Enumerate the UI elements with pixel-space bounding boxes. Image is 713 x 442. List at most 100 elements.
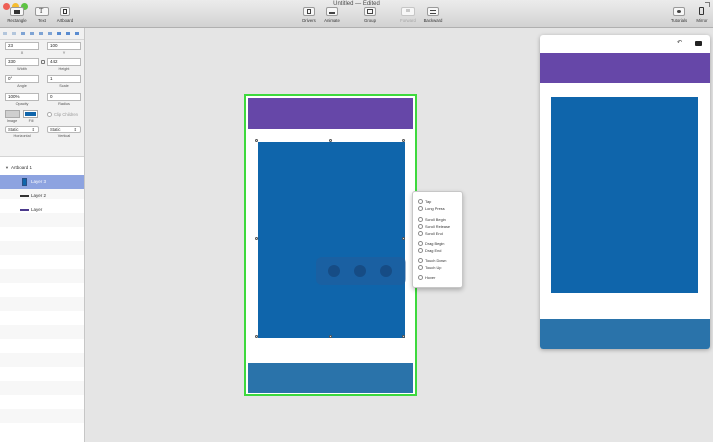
trigger-hover[interactable]: Hover <box>418 275 435 281</box>
radio-icon <box>418 217 423 223</box>
mirror-icon <box>699 7 705 16</box>
resize-handle-bottom[interactable] <box>329 335 332 338</box>
resize-handle-top[interactable] <box>329 139 332 142</box>
group-button[interactable]: Group <box>360 7 380 23</box>
tutorials-icon <box>673 7 685 16</box>
blue-rectangle-layer[interactable] <box>258 142 405 338</box>
trigger-scroll-begin[interactable]: Scroll Begin <box>418 217 446 223</box>
trigger-touch-down[interactable]: Touch Down <box>418 258 446 264</box>
radio-icon <box>418 248 423 254</box>
resize-handle-left[interactable] <box>255 237 258 240</box>
drivers-button[interactable]: Drivers <box>298 7 320 23</box>
rotate-icon[interactable]: ↶ <box>677 39 682 46</box>
mirror-label: Mirror <box>696 18 708 23</box>
align-toolbar <box>3 31 81 36</box>
row-stripe <box>0 297 84 311</box>
row-stripe <box>0 409 84 423</box>
layer-row-layer-2[interactable]: Layer 2 <box>0 189 84 203</box>
radio-icon <box>418 275 423 281</box>
layer-row-layer-3[interactable]: Layer 3 <box>0 175 84 189</box>
trigger-label: Drag Begin <box>425 241 445 246</box>
layer-row-artboard[interactable]: ▼ Artboard 1 <box>0 161 84 175</box>
vertical-select-value: Static <box>50 127 61 132</box>
align-bottom-icon[interactable] <box>48 32 52 35</box>
record-icon[interactable] <box>695 41 702 46</box>
radio-icon <box>418 231 423 237</box>
animate-icon <box>326 7 338 16</box>
trigger-tap[interactable]: Tap <box>418 199 432 205</box>
vertical-select[interactable]: Static ⇕ <box>47 126 81 133</box>
angle-field[interactable]: 0° <box>5 75 39 83</box>
image-swatch[interactable] <box>5 110 20 118</box>
resize-handle-bottom-left[interactable] <box>255 335 258 338</box>
align-top-icon[interactable] <box>30 32 34 35</box>
rectangle-button[interactable]: Rectangle <box>4 7 30 23</box>
radio-icon <box>418 265 423 271</box>
width-field[interactable]: 330 <box>5 58 39 66</box>
height-field[interactable]: 442 <box>47 58 81 66</box>
row-stripe <box>0 241 84 255</box>
rectangle-label: Rectangle <box>7 18 27 23</box>
backward-label: Backward <box>423 18 443 23</box>
text-icon: T <box>35 7 49 16</box>
layer-name: Layer 3 <box>31 179 47 184</box>
forward-button[interactable]: Forward <box>396 7 420 23</box>
trigger-label: Scroll End <box>425 231 443 236</box>
opacity-field[interactable]: 100% <box>5 93 39 101</box>
tutorials-button[interactable]: Tutorials <box>667 7 691 23</box>
mirror-button[interactable]: Mirror <box>692 7 712 23</box>
drivers-icon <box>303 7 315 16</box>
radius-field[interactable]: 0 <box>47 93 81 101</box>
scale-field[interactable]: 1 <box>47 75 81 83</box>
resize-handle-top-left[interactable] <box>255 139 258 142</box>
resize-handle-right[interactable] <box>402 237 405 240</box>
radio-icon <box>418 258 423 264</box>
trigger-label: Tap <box>425 199 432 204</box>
preview-steel-blue-bar <box>540 319 710 349</box>
trigger-drag-end[interactable]: Drag End <box>418 248 441 254</box>
backward-button[interactable]: Backward <box>418 7 448 23</box>
x-label: X <box>20 51 24 55</box>
trigger-long-press[interactable]: Long Press <box>418 206 445 212</box>
trigger-scroll-end[interactable]: Scroll End <box>418 231 443 237</box>
trigger-label: Scroll Release <box>425 224 451 229</box>
y-field[interactable]: 100 <box>47 42 81 50</box>
purple-header-bar[interactable] <box>248 98 413 129</box>
height-label: Height <box>58 67 70 71</box>
align-right-icon[interactable] <box>21 32 25 35</box>
fill-swatch[interactable] <box>23 110 38 118</box>
app-window: Untitled — Edited Rectangle T Text Artbo… <box>0 0 713 442</box>
row-stripe <box>0 325 84 339</box>
horizontal-select[interactable]: Static ⇕ <box>5 126 39 133</box>
x-field[interactable]: 23 <box>5 42 39 50</box>
distribute-horizontal-icon[interactable] <box>57 32 61 35</box>
distribute-vertical-icon[interactable] <box>66 32 70 35</box>
clip-children-label: Clip Children <box>54 112 78 117</box>
resize-handle-bottom-right[interactable] <box>402 335 405 338</box>
text-button[interactable]: T Text <box>33 7 51 23</box>
image-label: Image <box>6 119 18 123</box>
layers-panel: ▼ Artboard 1 Layer 3 Layer 2 Layer <box>0 156 84 442</box>
disclosure-triangle-icon[interactable]: ▼ <box>5 161 9 175</box>
distribute-spacing-icon[interactable] <box>75 32 79 35</box>
layer-row-layer[interactable]: Layer <box>0 203 84 217</box>
clip-children-checkbox[interactable] <box>47 112 52 117</box>
artboard-icon <box>60 7 70 16</box>
radio-icon <box>418 206 423 212</box>
resize-handle-top-right[interactable] <box>402 139 405 142</box>
trigger-drag-begin[interactable]: Drag Begin <box>418 241 445 247</box>
angle-label: Angle <box>17 84 27 88</box>
radio-icon <box>418 241 423 247</box>
align-left-icon[interactable] <box>3 32 7 35</box>
horizontal-select-value: Static <box>8 127 19 132</box>
lock-aspect-icon[interactable] <box>41 60 45 64</box>
trigger-scroll-release[interactable]: Scroll Release <box>418 224 451 230</box>
align-middle-icon[interactable] <box>39 32 43 35</box>
animate-button[interactable]: Animate <box>320 7 344 23</box>
trigger-touch-up[interactable]: Touch Up <box>418 265 441 271</box>
artboard-button[interactable]: Artboard <box>53 7 77 23</box>
horizontal-label: Horizontal <box>13 134 31 138</box>
radius-label: Radius <box>58 102 70 106</box>
align-center-icon[interactable] <box>12 32 16 35</box>
steel-blue-footer-bar[interactable] <box>248 363 413 393</box>
